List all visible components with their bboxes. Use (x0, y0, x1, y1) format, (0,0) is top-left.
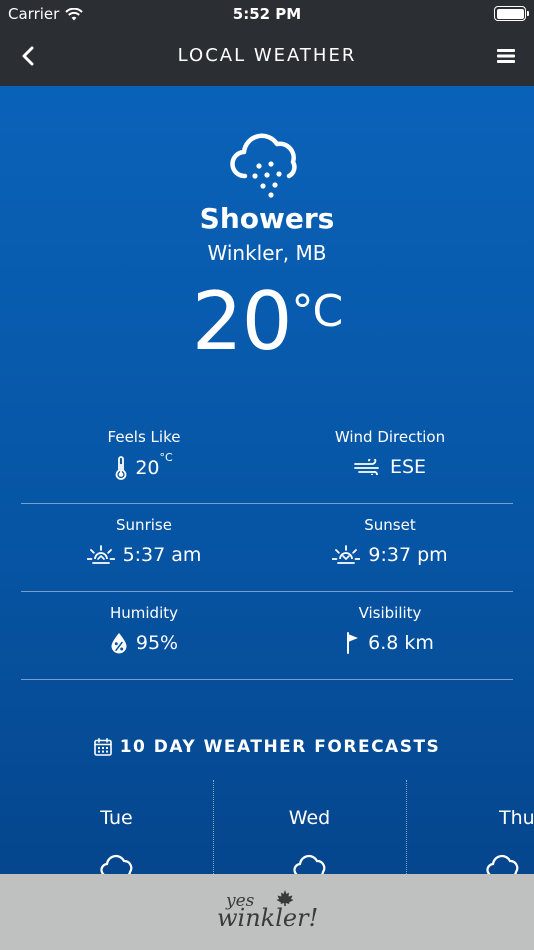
stat-value: 5:37 am (122, 544, 202, 566)
stat-label: Wind Direction (334, 428, 446, 446)
sunset-icon (332, 545, 361, 564)
stat-sunset: Sunset 9:37 pm (267, 516, 513, 566)
nav-bar: LOCAL WEATHER (0, 28, 534, 86)
stat-value: 95% (135, 632, 179, 654)
stat-label: Sunset (364, 516, 416, 534)
stat-row-humidity-visibility: Humidity 95% Visibility 6.8 km (21, 592, 513, 680)
cloud-icon (486, 854, 519, 874)
stat-label: Feels Like (107, 428, 181, 446)
stat-row-feels-wind: Feels Like 20°C Wind Direction ESE (21, 416, 513, 504)
stat-wind-direction: Wind Direction ESE (267, 428, 513, 478)
logo-text-winkler: winkler! (217, 904, 319, 932)
wind-icon (354, 459, 379, 475)
temperature-value: 20 (191, 275, 293, 368)
stat-row-sun: Sunrise 5:37 am Sunset 9:37 pm (21, 504, 513, 592)
hamburger-menu-icon (497, 49, 515, 63)
location-label: Winkler, MB (207, 241, 327, 265)
stat-value: ESE (389, 456, 427, 478)
stat-label: Visibility (358, 604, 422, 622)
forecast-day[interactable]: Tue (20, 780, 213, 874)
menu-button[interactable] (492, 42, 520, 70)
forecast-day[interactable]: Wed (213, 780, 406, 874)
forecast-heading: 10 DAY WEATHER FORECASTS (0, 737, 534, 757)
calendar-icon (93, 738, 112, 756)
humidity-drop-icon (111, 633, 127, 654)
stat-visibility: Visibility 6.8 km (267, 604, 513, 654)
flag-icon (347, 632, 359, 654)
stat-sunrise: Sunrise 5:37 am (21, 516, 267, 566)
yes-winkler-logo[interactable]: yes winkler! (214, 890, 324, 938)
forecast-day-name: Thu (499, 807, 534, 829)
cloud-icon (100, 854, 133, 874)
status-bar: Carrier 5:52 PM (0, 0, 534, 28)
stat-value: 6.8 km (368, 632, 434, 654)
stat-value: 9:37 pm (368, 544, 448, 566)
forecast-day-name: Wed (288, 807, 331, 829)
rain-showers-icon (230, 133, 297, 198)
stat-label: Sunrise (116, 516, 172, 534)
footer-bar: yes winkler! (0, 874, 534, 950)
weather-stats: Feels Like 20°C Wind Direction ESE Sunri… (21, 416, 513, 680)
sunrise-icon (86, 545, 115, 564)
stat-value: 20°C (135, 451, 173, 479)
forecast-day[interactable]: Thu (406, 780, 534, 874)
current-temperature: 20°C (0, 282, 534, 362)
temperature-unit: °C (291, 286, 344, 337)
weather-condition: Showers (199, 202, 335, 235)
cloud-icon (293, 854, 326, 874)
forecast-strip[interactable]: Tue Wed Thu (20, 780, 534, 874)
weather-panel: Showers Winkler, MB 20°C Feels Like 20°C… (0, 86, 534, 874)
page-title: LOCAL WEATHER (177, 45, 357, 66)
thermometer-icon (115, 456, 127, 480)
stat-label: Humidity (109, 604, 178, 622)
stat-humidity: Humidity 95% (21, 604, 267, 654)
forecast-day-name: Tue (100, 807, 133, 829)
forecast-title: 10 DAY WEATHER FORECASTS (119, 737, 441, 757)
status-time: 5:52 PM (232, 5, 302, 23)
stat-feels-like: Feels Like 20°C (21, 428, 267, 480)
battery-icon (494, 6, 529, 21)
